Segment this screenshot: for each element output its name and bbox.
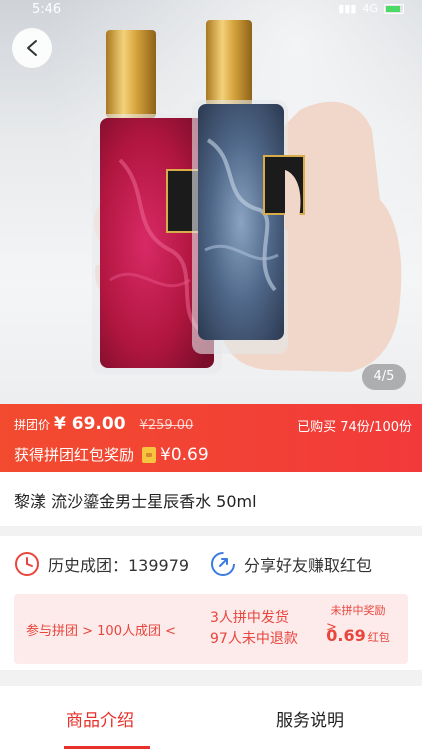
group-rules-flow[interactable]: 参与拼团 > 100人成团 < 3人拼中发货 97人未中退款 > 未拼中奖励 0… xyxy=(14,594,408,664)
reward-row: 获得拼团红包奖励 ¥0.69 xyxy=(14,444,209,465)
reward-text: 获得拼团红包奖励 xyxy=(14,446,135,464)
product-title-section: 黎漾 流沙鎏金男士星辰香水 50ml xyxy=(0,472,422,526)
status-time: 5:46 xyxy=(32,2,62,17)
active-tab-indicator xyxy=(64,746,150,749)
image-counter: 4/5 xyxy=(362,364,406,390)
flow-reward: 未拼中奖励 0.69 红包 xyxy=(320,602,396,645)
group-price-label: 拼团价 xyxy=(14,418,51,432)
stats-row: 历史成团：139979 分享好友赚取红包 xyxy=(0,548,422,580)
chevron-left-icon xyxy=(27,40,37,56)
flow-outcome-win: 3人拼中发货 xyxy=(210,610,289,626)
battery-icon xyxy=(384,3,404,14)
price-bar: 拼团价 ¥ 69.00 ¥259.00 已购买 74份/100份 获得拼团红包奖… xyxy=(0,404,422,472)
group-info-section: 历史成团：139979 分享好友赚取红包 参与拼团 > 100人成团 < 3人拼… xyxy=(0,536,422,670)
reward-amount: ¥0.69 xyxy=(160,444,209,465)
flow-step-join: 参与拼团 > 100人成团 < xyxy=(26,624,176,639)
sold-count: 已购买 74份/100份 xyxy=(297,420,412,435)
product-title: 黎漾 流沙鎏金男士星辰香水 50ml xyxy=(14,492,257,511)
history-groups: 历史成团：139979 xyxy=(14,548,189,580)
flow-reward-unit: 红包 xyxy=(367,631,390,644)
flow-outcome-refund: 97人未中退款 xyxy=(210,631,298,647)
share-icon xyxy=(211,552,235,576)
blue-perfume-bottle xyxy=(198,104,284,340)
clock-icon xyxy=(15,552,39,576)
back-button[interactable] xyxy=(12,28,52,68)
history-groups-text: 历史成团：139979 xyxy=(48,556,190,575)
network-type: 4G xyxy=(362,2,378,15)
share-friends-button[interactable]: 分享好友赚取红包 xyxy=(210,548,372,580)
flow-reward-label: 未拼中奖励 xyxy=(330,604,386,617)
product-page: 5:46 ▮▮▮ 4G 4/5 拼团价 ¥ 69.00 ¥259.00 已购买 … xyxy=(0,0,422,750)
flow-reward-amount: 0.69 xyxy=(326,626,366,645)
group-price: ¥ 69.00 xyxy=(54,414,126,434)
detail-tabs: 商品介绍 服务说明 xyxy=(0,686,422,750)
blue-bottle-cap xyxy=(206,20,252,106)
signal-icon: ▮▮▮ xyxy=(338,2,357,15)
tab-product-intro[interactable]: 商品介绍 xyxy=(66,706,134,731)
flow-outcome: 3人拼中发货 97人未中退款 xyxy=(210,608,298,650)
status-indicators: ▮▮▮ 4G xyxy=(338,2,404,15)
price-row: 拼团价 ¥ 69.00 ¥259.00 xyxy=(14,414,193,434)
product-image[interactable]: 5:46 ▮▮▮ 4G 4/5 xyxy=(0,0,422,404)
tab-service-info[interactable]: 服务说明 xyxy=(276,706,344,731)
share-text: 分享好友赚取红包 xyxy=(244,556,373,575)
perfume-photo xyxy=(92,20,402,374)
red-packet-icon xyxy=(142,446,157,463)
status-bar: 5:46 ▮▮▮ 4G xyxy=(0,0,422,20)
original-price: ¥259.00 xyxy=(139,418,194,433)
red-bottle-cap xyxy=(106,30,156,118)
